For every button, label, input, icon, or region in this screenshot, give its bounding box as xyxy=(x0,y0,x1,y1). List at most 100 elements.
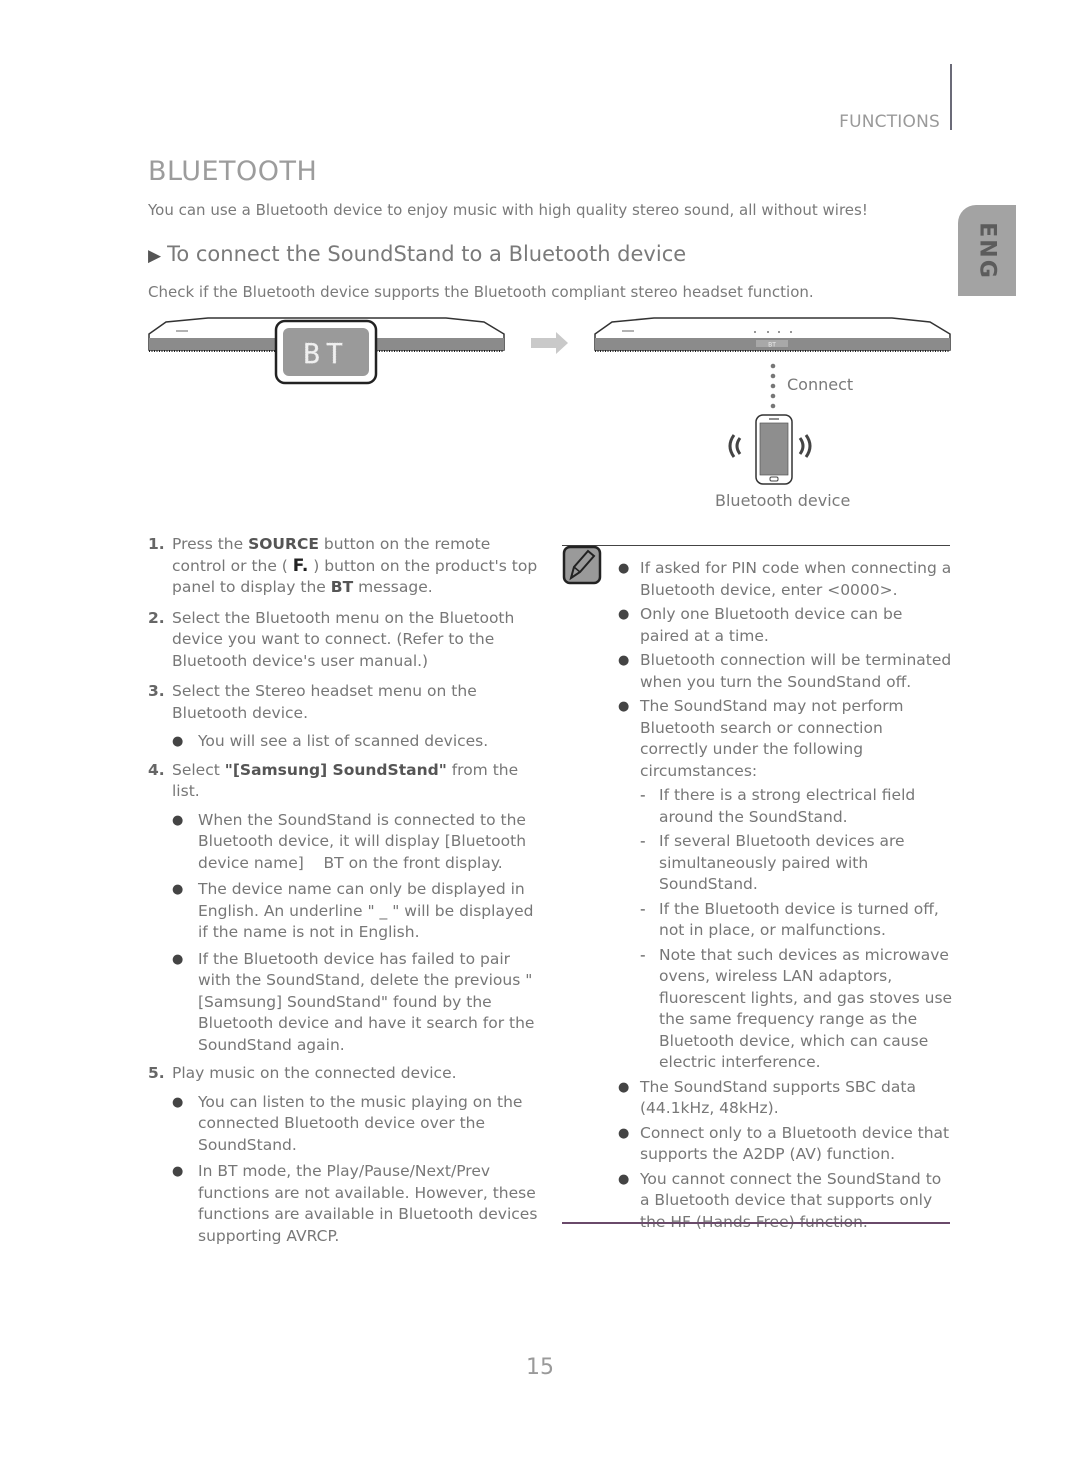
circumstance-item: - Note that such devices as microwave ov… xyxy=(640,945,953,1074)
check-note: Check if the Bluetooth device supports t… xyxy=(148,283,814,301)
bullet-icon: ● xyxy=(618,561,630,576)
note-text: Bluetooth connection will be terminated … xyxy=(640,651,952,691)
connection-dot xyxy=(770,393,776,399)
page-title: BLUETOOTH xyxy=(148,156,318,187)
notes-list: ● If asked for PIN code when connecting … xyxy=(618,558,953,1236)
bullet-icon: ● xyxy=(618,699,630,714)
signal-wave-right xyxy=(804,434,812,458)
step-bullet: ● You can listen to the music playing on… xyxy=(172,1092,543,1157)
connection-dot xyxy=(770,373,776,379)
language-tab-label: ENG xyxy=(974,221,1000,280)
display-text: BT xyxy=(303,337,349,370)
steps-list: 1. Press the SOURCE button on the remote… xyxy=(148,534,543,1254)
bullet-icon: ● xyxy=(618,1079,630,1095)
connection-dot xyxy=(770,383,776,389)
section-divider xyxy=(950,64,952,130)
step-number: 4. xyxy=(148,760,165,779)
language-tab: ENG xyxy=(958,205,1016,296)
note-item: ● The SoundStand may not perform Bluetoo… xyxy=(618,696,953,782)
step-text: Press the SOURCE button on the remote co… xyxy=(172,534,543,599)
note-pencil-icon xyxy=(562,545,602,585)
panel-button xyxy=(778,331,780,333)
subheading: ▶ To connect the SoundStand to a Bluetoot… xyxy=(148,242,686,266)
note-text: If asked for PIN code when connecting a … xyxy=(640,559,952,599)
bullet-icon: ● xyxy=(172,812,184,828)
step-text: Play music on the connected device. xyxy=(172,1064,457,1082)
page-number: 15 xyxy=(526,1355,554,1380)
source-button-label: SOURCE xyxy=(248,535,319,553)
step-bullet: ● If the Bluetooth device has failed to … xyxy=(172,949,543,1057)
subheading-text: To connect the SoundStand to a Bluetooth… xyxy=(167,242,687,266)
step-bullet: ● The device name can only be displayed … xyxy=(172,879,543,944)
circumstance-text: Note that such devices as microwave oven… xyxy=(659,945,953,1072)
dash-icon: - xyxy=(640,899,646,918)
soundbar-illustration-right: BT xyxy=(594,317,951,352)
note-item: ● If asked for PIN code when connecting … xyxy=(618,558,953,601)
step-3: 3. Select the Stereo headset menu on the… xyxy=(148,681,543,724)
note-text: Connect only to a Bluetooth device that … xyxy=(640,1123,950,1164)
connection-dot xyxy=(770,403,776,409)
text-run: Select xyxy=(172,760,225,779)
device-name-label: "[Samsung] SoundStand" xyxy=(224,760,447,779)
bullet-text: The device name can only be displayed in… xyxy=(198,880,534,941)
step-bullet: ● In BT mode, the Play/Pause/Next/Prev f… xyxy=(172,1161,543,1247)
step-text: Select the Bluetooth menu on the Bluetoo… xyxy=(172,608,515,670)
small-display-text: BT xyxy=(768,342,776,349)
circumstance-item: - If the Bluetooth device is turned off,… xyxy=(640,899,953,942)
note-top-rule xyxy=(562,545,950,546)
note-icon-frame xyxy=(562,545,602,585)
circumstance-text: If several Bluetooth devices are simulta… xyxy=(659,832,905,893)
panel-button xyxy=(790,331,792,333)
note-text: Only one Bluetooth device can be paired … xyxy=(640,605,903,645)
bullet-text: If the Bluetooth device has failed to pa… xyxy=(198,949,535,1054)
step-5: 5. Play music on the connected device. xyxy=(148,1063,543,1085)
dash-icon: - xyxy=(640,945,646,964)
signal-wave-left xyxy=(728,434,736,458)
step-bullet: ● When the SoundStand is connected to th… xyxy=(172,810,543,875)
bullet-icon: ● xyxy=(172,1164,184,1179)
panel-button xyxy=(767,331,769,333)
circumstance-text: If there is a strong electrical field ar… xyxy=(659,786,916,826)
step-number: 5. xyxy=(148,1064,165,1082)
dash-icon: - xyxy=(640,786,646,804)
panel-button xyxy=(754,331,756,333)
bullet-icon: ● xyxy=(172,734,184,749)
soundbar-illustration-left: BT xyxy=(148,317,505,385)
intro-text: You can use a Bluetooth device to enjoy … xyxy=(148,201,868,219)
text-run: message. xyxy=(353,578,433,596)
step-text: Select the Stereo headset menu on the Bl… xyxy=(172,682,477,722)
signal-wave-left xyxy=(735,437,742,455)
bullet-text: In BT mode, the Play/Pause/Next/Prev fun… xyxy=(198,1162,538,1245)
text-run: Press the xyxy=(172,535,249,553)
signal-wave-right xyxy=(798,437,805,455)
bullet-text: You can listen to the music playing on t… xyxy=(198,1092,523,1154)
step-number: 3. xyxy=(148,682,165,700)
bullet-icon: ● xyxy=(618,1125,630,1141)
section-label: FUNCTIONS xyxy=(839,112,940,132)
bullet-text: When the SoundStand is connected to the … xyxy=(198,810,527,872)
connection-dot xyxy=(770,363,776,369)
bullet-icon: ● xyxy=(618,607,630,622)
step-number: 2. xyxy=(148,608,165,627)
triangle-bullet-icon: ▶ xyxy=(148,246,162,266)
smartphone-icon xyxy=(728,414,812,485)
phone-screen xyxy=(759,422,789,476)
connect-label: Connect xyxy=(787,375,854,394)
step-1: 1. Press the SOURCE button on the remote… xyxy=(148,534,543,599)
bullet-text: You will see a list of scanned devices. xyxy=(198,732,489,750)
circumstance-item: - If several Bluetooth devices are simul… xyxy=(640,831,953,896)
bullet-icon: ● xyxy=(172,882,184,897)
note-item: ● The SoundStand supports SBC data (44.1… xyxy=(618,1077,953,1120)
step-bullet: ● You will see a list of scanned devices… xyxy=(172,731,543,753)
bullet-icon: ● xyxy=(172,1094,184,1110)
step-4: 4. Select "[Samsung] SoundStand" from th… xyxy=(148,760,543,803)
step-2: 2. Select the Bluetooth menu on the Blue… xyxy=(148,608,543,673)
right-arrow-icon xyxy=(531,332,568,354)
step-number: 1. xyxy=(148,535,165,553)
circumstance-text: If the Bluetooth device is turned off, n… xyxy=(659,899,939,940)
note-item: ● Only one Bluetooth device can be paire… xyxy=(618,604,953,647)
note-text: The SoundStand may not perform Bluetooth… xyxy=(640,697,904,780)
bullet-icon: ● xyxy=(618,653,630,668)
circumstance-item: - If there is a strong electrical field … xyxy=(640,785,953,828)
connection-dots xyxy=(770,363,776,409)
